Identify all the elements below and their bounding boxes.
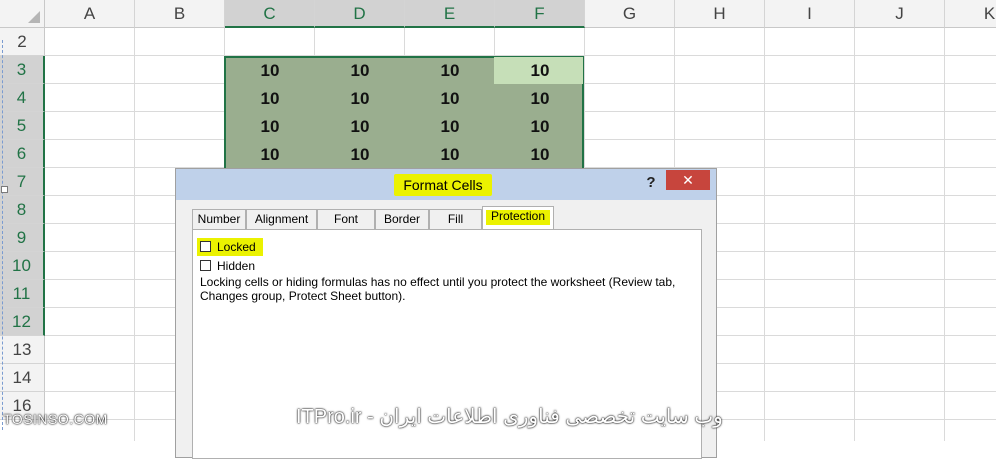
- resize-handle[interactable]: [1, 186, 8, 193]
- row-header-11[interactable]: 11: [0, 280, 45, 308]
- row-header-12[interactable]: 12: [0, 308, 45, 336]
- tab-protection-label: Protection: [490, 209, 546, 223]
- dialog-title: Format Cells: [403, 177, 483, 193]
- column-header-k[interactable]: K: [945, 0, 996, 28]
- row-header-13[interactable]: 13: [0, 336, 45, 364]
- row-header-6[interactable]: 6: [0, 140, 45, 168]
- grid-vline: [944, 28, 945, 441]
- column-header-g[interactable]: G: [585, 0, 675, 28]
- cell-value[interactable]: 10: [225, 84, 315, 112]
- locked-checkbox[interactable]: [200, 241, 211, 252]
- tab-protection[interactable]: Protection: [482, 206, 554, 230]
- cell-value[interactable]: 10: [405, 56, 495, 84]
- locked-label: Locked: [217, 240, 256, 254]
- page-break-line: [2, 40, 3, 430]
- watermark-tosinso: TOSINSO.COM: [3, 411, 108, 427]
- row-header-8[interactable]: 8: [0, 196, 45, 224]
- cell-value[interactable]: 10: [495, 112, 585, 140]
- column-header-c[interactable]: C: [225, 0, 315, 28]
- row-header-4[interactable]: 4: [0, 84, 45, 112]
- column-header-i[interactable]: I: [765, 0, 855, 28]
- row-header-10[interactable]: 10: [0, 252, 45, 280]
- cell-value[interactable]: 10: [495, 84, 585, 112]
- row-header-3[interactable]: 3: [0, 56, 45, 84]
- tab-font[interactable]: Font: [317, 209, 375, 229]
- cell-value[interactable]: 10: [225, 140, 315, 168]
- row-header-14[interactable]: 14: [0, 364, 45, 392]
- cell-value[interactable]: 10: [315, 56, 405, 84]
- cell-value[interactable]: 10: [495, 56, 585, 84]
- cell-value[interactable]: 10: [405, 84, 495, 112]
- watermark-itpro: ITPro.ir - وب سایت تخصصی فناوری اطلاعات …: [296, 406, 723, 428]
- tab-alignment[interactable]: Alignment: [246, 209, 317, 229]
- select-all-triangle-icon: [28, 11, 40, 23]
- tab-fill[interactable]: Fill: [429, 209, 482, 229]
- hidden-label: Hidden: [217, 259, 256, 273]
- hidden-checkbox[interactable]: [200, 260, 211, 271]
- column-header-h[interactable]: H: [675, 0, 765, 28]
- grid-vline: [764, 28, 765, 441]
- tab-strip: Number Alignment Font Border Fill Protec…: [192, 206, 706, 230]
- row-header-2[interactable]: 2: [0, 28, 45, 56]
- column-header-j[interactable]: J: [855, 0, 945, 28]
- cell-value[interactable]: 10: [495, 140, 585, 168]
- cell-value[interactable]: 10: [405, 140, 495, 168]
- cell-value[interactable]: 10: [315, 112, 405, 140]
- tab-border[interactable]: Border: [375, 209, 429, 229]
- cell-value[interactable]: 10: [315, 140, 405, 168]
- select-all-corner[interactable]: [0, 0, 45, 28]
- cell-value[interactable]: 10: [225, 56, 315, 84]
- tab-border-label: Border: [383, 212, 421, 226]
- tab-alignment-label: Alignment: [254, 212, 309, 226]
- grid-vline: [854, 28, 855, 441]
- row-header-9[interactable]: 9: [0, 224, 45, 252]
- grid-vline: [134, 28, 135, 441]
- protection-info-text: Locking cells or hiding formulas has no …: [200, 275, 676, 303]
- close-button[interactable]: ✕: [666, 170, 710, 190]
- help-button[interactable]: ?: [644, 173, 658, 193]
- dialog-titlebar[interactable]: Format Cells ? ✕: [176, 169, 716, 200]
- tab-number[interactable]: Number: [192, 209, 246, 229]
- column-header-f[interactable]: F: [495, 0, 585, 28]
- row-header-5[interactable]: 5: [0, 112, 45, 140]
- tab-number-label: Number: [197, 212, 241, 226]
- column-header-d[interactable]: D: [315, 0, 405, 28]
- cell-value[interactable]: 10: [225, 112, 315, 140]
- tab-font-label: Font: [333, 212, 358, 226]
- cell-value[interactable]: 10: [405, 112, 495, 140]
- column-header-b[interactable]: B: [135, 0, 225, 28]
- cell-value[interactable]: 10: [315, 84, 405, 112]
- tab-fill-label: Fill: [447, 212, 464, 226]
- column-header-a[interactable]: A: [45, 0, 135, 28]
- column-header-e[interactable]: E: [405, 0, 495, 28]
